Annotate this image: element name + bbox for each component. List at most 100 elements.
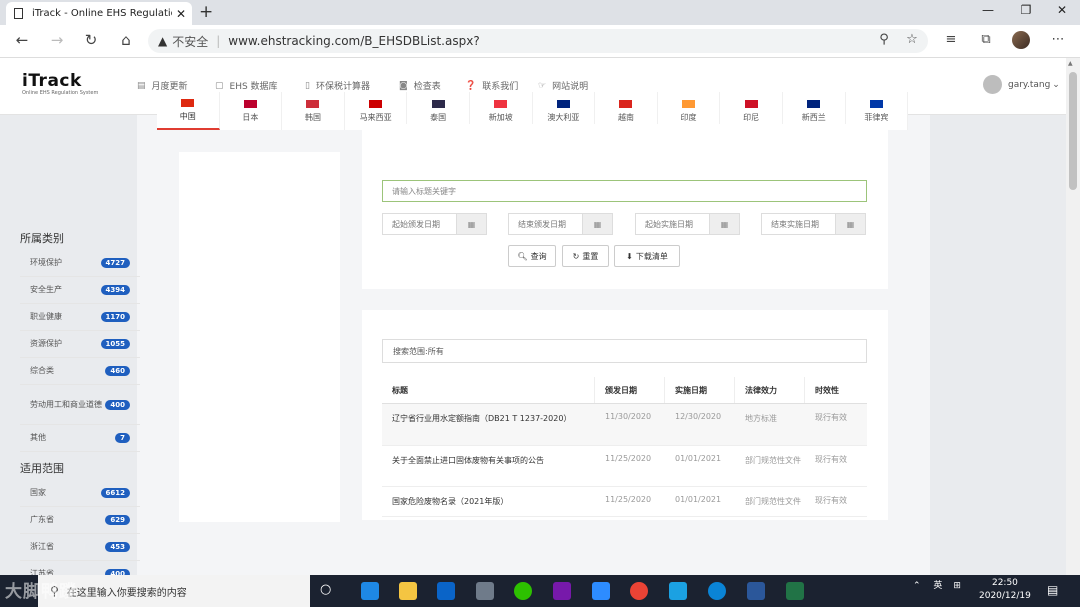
category-item[interactable]: 劳动用工和商业道德 400 — [20, 385, 140, 425]
back-icon[interactable]: ← — [12, 31, 32, 49]
zoom-app-icon[interactable] — [592, 582, 610, 600]
scope-item[interactable]: 广东省 629 — [20, 507, 140, 534]
country-tab[interactable]: 日本 — [219, 92, 283, 130]
table-row[interactable]: 国家危险废物名录（2021年版） 11/25/2020 01/01/2021 部门规范… — [382, 487, 867, 517]
word-icon[interactable] — [747, 582, 765, 600]
task-view-icon[interactable]: ○ — [320, 582, 331, 597]
category-item[interactable]: 环境保护 4727 — [20, 250, 140, 277]
app-k-icon[interactable] — [669, 582, 687, 600]
category-item[interactable]: 其他 7 — [20, 425, 140, 452]
nav-tax-calculator[interactable]: ▯ 环保税计算器 — [305, 79, 370, 93]
country-label: 中国 — [179, 111, 196, 121]
scope-item[interactable]: 浙江省 453 — [20, 534, 140, 561]
row-title[interactable]: 辽宁省行业用水定额指南（DB21 T 1237-2020） — [382, 412, 595, 445]
warning-icon: ▲ — [158, 34, 168, 48]
count-badge: 7 — [115, 433, 130, 443]
favorites-list-icon[interactable]: ≡ — [941, 32, 961, 47]
calendar-icon[interactable]: ▦ — [456, 214, 486, 234]
category-item[interactable]: 安全生产 4394 — [20, 277, 140, 304]
input-language[interactable]: 英 — [933, 581, 942, 591]
download-button[interactable]: ⬇ 下载清单 — [614, 245, 680, 267]
zoom-icon[interactable]: ⚲ — [874, 32, 894, 47]
date-placeholder: 起始实施日期 — [645, 219, 693, 229]
close-window-button[interactable]: ✕ — [1052, 3, 1072, 17]
collections-icon[interactable]: ⧉ — [976, 32, 996, 47]
restore-button[interactable]: ❐ — [1016, 3, 1036, 17]
outlook-icon[interactable] — [437, 582, 455, 600]
row-title[interactable]: 国家危险废物名录（2021年版） — [382, 495, 595, 516]
calendar-icon[interactable]: ▦ — [709, 214, 739, 234]
url-field[interactable]: ▲ 不安全 | www.ehstracking.com/B_EHSDBList.… — [148, 29, 928, 53]
favorite-star-icon[interactable]: ☆ — [902, 32, 922, 47]
system-clock[interactable]: 22:50 2020/12/19 — [979, 577, 1031, 603]
chrome-icon[interactable] — [630, 582, 648, 600]
app-blue-icon[interactable] — [708, 582, 726, 600]
category-title: 所属类别 — [20, 232, 64, 245]
close-tab-icon[interactable]: ✕ — [176, 7, 186, 21]
search-scope: 搜索范围:所有 — [382, 339, 867, 363]
notification-icon[interactable]: ▤ — [1047, 583, 1058, 597]
effective-end-date[interactable]: 结束实施日期 ▦ — [761, 213, 866, 235]
security-label: 不安全 — [172, 34, 209, 49]
nav-checklist[interactable]: ◙ 检查表 — [399, 79, 441, 93]
chevron-up-icon[interactable]: ⌃ — [913, 581, 921, 591]
scrollbar-thumb[interactable] — [1069, 72, 1077, 190]
row-issued: 11/25/2020 — [605, 495, 652, 504]
col-effective: 实施日期 — [665, 377, 735, 403]
onenote-icon[interactable] — [553, 582, 571, 600]
table-row[interactable]: 辽宁省行业用水定额指南（DB21 T 1237-2020） 11/30/2020 1… — [382, 404, 867, 446]
ime-icon[interactable]: ⊞ — [953, 581, 961, 591]
flag-icon — [869, 99, 883, 108]
download-icon: ⬇ — [626, 251, 633, 261]
query-button[interactable]: 🔍︎ 查询 — [508, 245, 556, 267]
file-explorer-icon[interactable] — [399, 582, 417, 600]
browser-tab[interactable]: iTrack - Online EHS Regulation S ✕ — [6, 2, 192, 25]
more-menu-icon[interactable]: ⋯ — [1048, 32, 1068, 47]
refresh-icon[interactable]: ↻ — [81, 31, 101, 49]
forward-icon[interactable]: → — [47, 31, 67, 49]
nav-ehs-database[interactable]: ▢ EHS 数据库 — [215, 79, 278, 93]
home-icon[interactable]: ⌂ — [116, 31, 136, 49]
taskbar-search[interactable]: ⚲ 在这里输入你要搜索的内容 — [38, 575, 310, 607]
logo-subtitle: Online EHS Regulation System — [22, 90, 99, 96]
count-badge: 400 — [105, 399, 130, 410]
excel-icon[interactable] — [786, 582, 804, 600]
category-item[interactable]: 综合类 460 — [20, 358, 140, 385]
nav-contact[interactable]: ❓ 联系我们 — [465, 79, 518, 93]
calculator-app-icon[interactable] — [476, 582, 494, 600]
category-item[interactable]: 资源保护 1055 — [20, 331, 140, 358]
country-tab[interactable]: 中国 — [157, 92, 220, 130]
wechat-icon[interactable] — [514, 582, 532, 600]
flag-icon — [744, 99, 758, 108]
user-menu[interactable]: gary.tang ⌄ — [983, 75, 1060, 94]
flag-icon — [181, 98, 195, 107]
scope-item[interactable]: 国家 6612 — [20, 480, 140, 507]
new-tab-button[interactable]: + — [199, 2, 213, 22]
row-issued: 11/25/2020 — [605, 454, 652, 463]
edge-icon[interactable] — [361, 582, 379, 600]
issue-end-date[interactable]: 结束颁发日期 ▦ — [508, 213, 613, 235]
category-item[interactable]: 职业健康 1170 — [20, 304, 140, 331]
col-title: 标题 — [382, 377, 595, 403]
calendar-icon[interactable]: ▦ — [582, 214, 612, 234]
item-label: 劳动用工和商业道德 — [30, 399, 102, 409]
site-logo[interactable]: iTrack Online EHS Regulation System — [22, 71, 98, 96]
nav-monthly-update[interactable]: ▤ 月度更新 — [137, 79, 188, 93]
issue-start-date[interactable]: 起始颁发日期 ▦ — [382, 213, 487, 235]
nav-site-info[interactable]: ☞ 网站说明 — [538, 79, 588, 93]
effective-start-date[interactable]: 起始实施日期 ▦ — [635, 213, 740, 235]
scroll-up-icon[interactable]: ▲ — [1068, 60, 1073, 67]
username: gary.tang — [1008, 79, 1051, 90]
profile-avatar[interactable] — [1012, 31, 1030, 49]
table-row[interactable]: 关于全面禁止进口固体废物有关事项的公告 11/25/2020 01/01/2021 部… — [382, 446, 867, 487]
country-label: 马来西亚 — [359, 112, 392, 122]
count-badge: 1055 — [100, 339, 130, 349]
url-text: www.ehstracking.com/B_EHSDBList.aspx? — [228, 34, 480, 48]
calendar-icon[interactable]: ▦ — [835, 214, 865, 234]
button-label: 查询 — [530, 251, 547, 261]
country-tab[interactable]: 韩国 — [282, 92, 345, 130]
row-title[interactable]: 关于全面禁止进口固体废物有关事项的公告 — [382, 454, 595, 486]
keyword-input[interactable]: 请输入标题关键字 — [382, 180, 867, 202]
minimize-button[interactable]: — — [978, 3, 998, 17]
reset-button[interactable]: ↻ 重置 — [562, 245, 609, 267]
